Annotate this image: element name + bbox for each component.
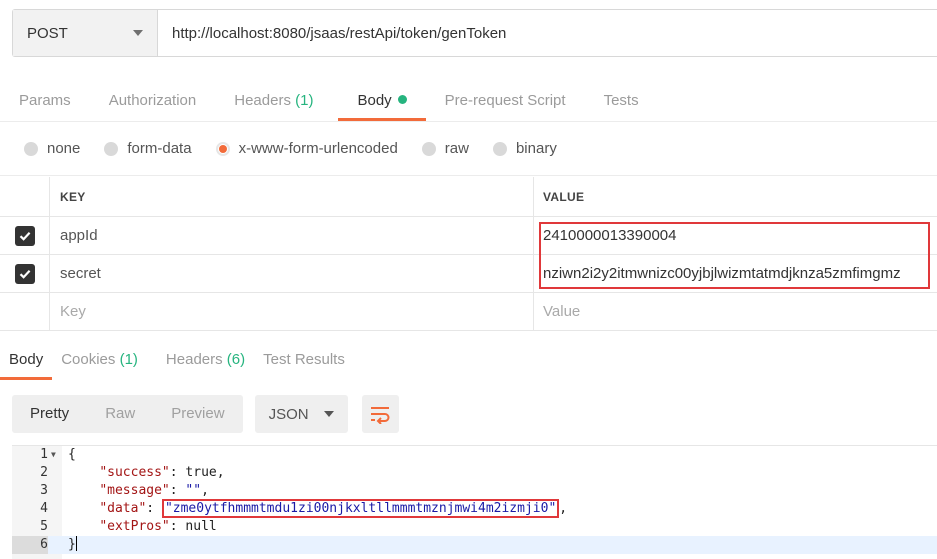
fold-arrow-icon[interactable]: ▼	[48, 446, 62, 464]
tab-body[interactable]: Body	[338, 80, 426, 121]
code-line: 1 ▼ {	[40, 446, 76, 464]
response-tabs: Body Cookies (1) Headers (6) Test Result…	[0, 342, 937, 380]
code-line: 4 "data": "zme0ytfhmmmtmdu1zi00njkxltllm…	[40, 499, 568, 518]
tab-response-headers[interactable]: Headers (6)	[157, 342, 254, 380]
value-input[interactable]: 2410000013390004	[534, 217, 937, 254]
view-pretty-button[interactable]: Pretty	[12, 395, 87, 433]
cookies-count: (1)	[119, 351, 138, 368]
view-raw-button[interactable]: Raw	[87, 395, 153, 433]
token-highlight-box: "zme0ytfhmmmtmdu1zi00njkxltllmmmtmznjmwi…	[161, 499, 560, 518]
body-type-options: none form-data x-www-form-urlencoded raw…	[0, 122, 937, 176]
radio-raw[interactable]: raw	[421, 140, 469, 157]
tab-pre-request-script[interactable]: Pre-request Script	[426, 80, 585, 121]
radio-form-data[interactable]: form-data	[104, 140, 192, 157]
tab-authorization[interactable]: Authorization	[90, 80, 216, 121]
method-select[interactable]: POST	[13, 10, 158, 56]
response-toolbar: Pretty Raw Preview JSON	[12, 395, 399, 433]
radio-checked-icon	[215, 141, 230, 156]
wrap-lines-icon	[371, 407, 390, 424]
table-row: appId 2410000013390004	[0, 217, 937, 255]
chevron-down-icon	[133, 30, 143, 36]
radio-unchecked-icon	[104, 141, 119, 156]
checkbox-checked-icon[interactable]	[14, 225, 35, 246]
code-line: 5 "extPros": null	[40, 519, 217, 534]
format-select[interactable]: JSON	[254, 395, 348, 433]
request-tabs: Params Authorization Headers (1) Body Pr…	[0, 80, 937, 122]
view-preview-button[interactable]: Preview	[153, 395, 242, 433]
tab-response-body[interactable]: Body	[0, 342, 53, 380]
method-label: POST	[27, 24, 68, 42]
wrap-lines-button[interactable]	[361, 395, 399, 433]
tab-params[interactable]: Params	[0, 80, 90, 121]
headers-count: (1)	[295, 92, 314, 109]
value-column-header: VALUE	[543, 189, 585, 204]
table-row: secret nziwn2i2y2itmwnizc00yjbjlwizmtatm…	[0, 255, 937, 293]
key-input[interactable]: appId	[50, 217, 534, 254]
new-value-input[interactable]: Value	[534, 293, 937, 330]
view-mode-group: Pretty Raw Preview	[12, 395, 243, 433]
key-column-header: KEY	[50, 177, 534, 216]
radio-unchecked-icon	[492, 141, 507, 156]
radio-binary[interactable]: binary	[492, 140, 557, 157]
code-line: 3 "message": "",	[40, 483, 209, 498]
body-modified-dot-icon	[397, 95, 407, 104]
response-headers-count: (6)	[226, 351, 246, 368]
table-header: KEY VALUE	[0, 177, 937, 217]
checkbox-checked-icon[interactable]	[14, 263, 35, 284]
key-input[interactable]: secret	[50, 255, 534, 292]
radio-unchecked-icon	[421, 141, 436, 156]
tab-test-results[interactable]: Test Results	[254, 342, 354, 380]
url-input[interactable]: http://localhost:8080/jsaas/restApi/toke…	[158, 10, 937, 56]
radio-x-www-form-urlencoded[interactable]: x-www-form-urlencoded	[215, 140, 398, 157]
new-key-input[interactable]: Key	[50, 293, 534, 330]
radio-unchecked-icon	[24, 141, 38, 156]
tab-headers[interactable]: Headers (1)	[215, 80, 332, 121]
radio-none[interactable]: none	[24, 140, 80, 157]
tab-tests[interactable]: Tests	[585, 80, 658, 121]
code-line-current: 6 }	[12, 536, 937, 554]
format-label: JSON	[268, 405, 309, 423]
code-line: 2 "success": true,	[40, 465, 225, 480]
url-text: http://localhost:8080/jsaas/restApi/toke…	[172, 24, 507, 42]
value-input[interactable]: nziwn2i2y2itmwnizc00yjbjlwizmtatmdjknza5…	[534, 255, 937, 292]
request-url-bar: POST http://localhost:8080/jsaas/restApi…	[12, 9, 937, 57]
chevron-down-icon	[323, 411, 334, 417]
table-row-new: Key Value	[0, 293, 937, 331]
text-cursor	[75, 536, 77, 551]
response-body-editor[interactable]: 1 ▼ { 2 "success": true, 3 "message": ""…	[12, 445, 937, 559]
params-table: KEY VALUE appId 2410000013390004 secret …	[0, 177, 937, 331]
tab-cookies[interactable]: Cookies (1)	[52, 342, 147, 380]
